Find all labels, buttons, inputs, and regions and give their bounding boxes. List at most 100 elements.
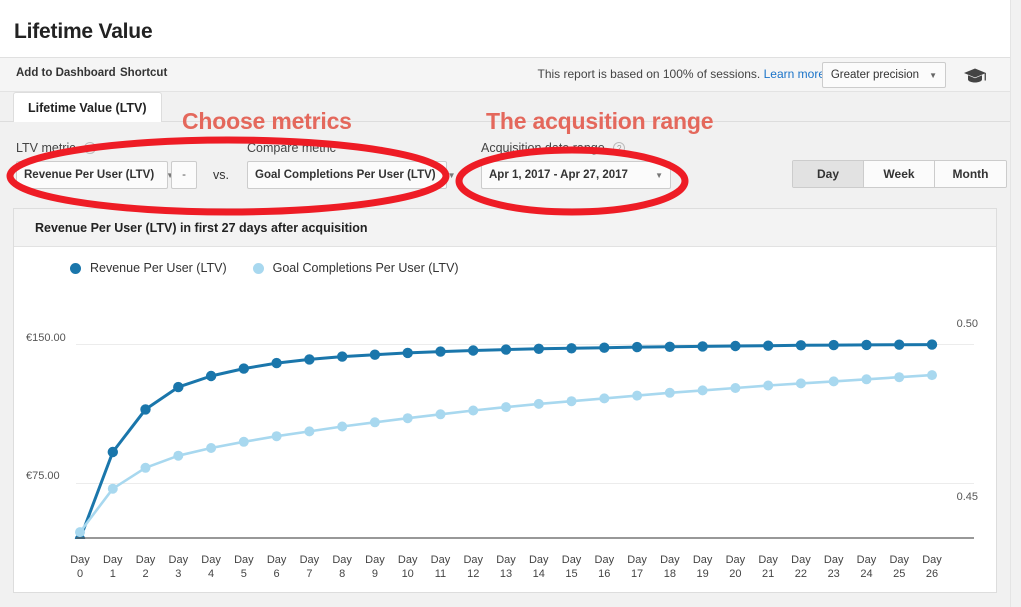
data-point <box>566 396 577 407</box>
data-point <box>861 339 872 351</box>
x-axis-tick: Day 17 <box>627 554 647 580</box>
legend-color-swatch <box>252 262 264 274</box>
data-point <box>763 340 774 351</box>
x-axis-tick: Day 2 <box>135 554 156 580</box>
data-point <box>369 349 381 360</box>
legend-item-revenue-per-user[interactable]: Revenue Per User (LTV) <box>70 261 227 275</box>
left-axis-tick-upper: €150.00 <box>26 331 66 344</box>
acquisition-date-range-label-text: Acquisition date range <box>481 141 605 155</box>
x-axis-tick: Day 6 <box>266 554 287 580</box>
data-point <box>337 421 348 432</box>
data-point <box>861 374 872 385</box>
data-point <box>238 436 249 447</box>
x-axis-tick: Day 18 <box>660 554 680 580</box>
x-axis-tick: Day 4 <box>201 554 221 580</box>
x-axis-tick: Day 11 <box>430 554 451 580</box>
sampling-note: This report is based on 100% of sessions… <box>537 67 825 81</box>
data-point <box>664 387 675 398</box>
data-point <box>566 343 577 354</box>
data-point <box>599 342 610 353</box>
x-axis-tick: Day 10 <box>397 554 418 580</box>
x-axis-tick: Day 23 <box>823 554 844 580</box>
compare-metric-value: Goal Completions Per User (LTV) <box>255 169 436 181</box>
right-gutter <box>1010 0 1021 607</box>
help-icon[interactable]: ? <box>613 142 626 154</box>
annotation-choose-metrics: Choose metrics <box>182 108 352 134</box>
legend-item-goal-completions-per-user[interactable]: Goal Completions Per User (LTV) <box>252 261 459 275</box>
data-point <box>828 376 839 387</box>
help-icon[interactable]: ? <box>83 142 96 154</box>
data-point <box>664 341 675 352</box>
graduation-cap-icon[interactable] <box>962 66 988 86</box>
data-point <box>927 370 937 381</box>
x-axis-tick: Day 19 <box>692 554 713 580</box>
left-axis-tick-lower: €75.00 <box>26 470 60 483</box>
chart-legend: Revenue Per User (LTV) Goal Completions … <box>70 261 459 275</box>
granularity-month-button[interactable]: Month <box>935 161 1006 187</box>
right-axis-tick-lower: 0.45 <box>956 491 978 504</box>
x-axis-tick: Day 8 <box>332 554 352 580</box>
granularity-week-button[interactable]: Week <box>864 161 935 187</box>
data-point <box>697 385 708 396</box>
data-point <box>435 409 446 420</box>
add-to-dashboard-button[interactable]: Add to Dashboard <box>16 67 116 79</box>
data-point <box>304 354 315 365</box>
compare-metric-dropdown[interactable]: Goal Completions Per User (LTV) ▼ <box>247 161 456 189</box>
data-point <box>795 340 807 351</box>
data-point <box>697 341 708 352</box>
chevron-down-icon: ▼ <box>447 170 456 180</box>
vs-label: vs. <box>213 168 229 182</box>
acquisition-date-range-label: Acquisition date range ? <box>481 141 626 155</box>
series-line <box>78 373 934 534</box>
data-point <box>107 446 119 458</box>
learn-more-link[interactable]: Learn more <box>764 67 825 81</box>
data-point <box>271 431 282 442</box>
chart-plot-area: €150.00 €75.00 0.50 0.45 <box>14 289 998 545</box>
ltv-metric-label-text: LTV metric <box>16 141 76 155</box>
acquisition-date-range-value: Apr 1, 2017 - Apr 27, 2017 <box>489 169 628 181</box>
data-point <box>173 450 184 461</box>
data-point <box>304 426 315 437</box>
data-point <box>533 398 544 409</box>
data-point <box>271 357 282 369</box>
x-axis-tick: Day 21 <box>758 554 778 580</box>
precision-dropdown[interactable]: Greater precision ▼ <box>821 62 946 88</box>
chevron-down-icon: ▼ <box>655 170 663 180</box>
data-point <box>632 390 643 401</box>
data-point <box>894 372 905 383</box>
data-point <box>75 527 85 538</box>
x-axis-tick: Day 7 <box>299 554 320 580</box>
data-point <box>894 339 905 350</box>
x-axis-tick: Day 12 <box>463 554 483 580</box>
annotation-acquisition-range: The acqusition range <box>486 108 714 134</box>
chart-panel: Revenue Per User (LTV) in first 27 days … <box>13 208 997 593</box>
action-bar: Add to Dashboard Shortcut This report is… <box>0 58 1010 92</box>
data-point <box>795 378 806 389</box>
data-point <box>730 340 741 352</box>
data-point <box>140 404 151 415</box>
granularity-day-button[interactable]: Day <box>793 161 864 187</box>
tab-lifetime-value[interactable]: Lifetime Value (LTV) <box>13 92 162 122</box>
ltv-metric-secondary-dropdown[interactable]: - <box>171 161 197 189</box>
x-axis-tick: Day 5 <box>234 554 254 580</box>
shortcut-button[interactable]: Shortcut <box>120 67 167 79</box>
x-axis-tick: Day 16 <box>594 554 615 580</box>
google-analytics-ltv-report: Lifetime Value Add to Dashboard Shortcut… <box>0 0 1021 607</box>
precision-value: Greater precision <box>830 69 920 81</box>
sampling-text: This report is based on 100% of sessions… <box>537 67 761 81</box>
data-point <box>205 370 217 382</box>
data-point <box>107 483 118 494</box>
data-point <box>500 344 512 355</box>
x-axis-tick: Day 9 <box>365 554 385 580</box>
x-axis-tick: Day 26 <box>922 554 942 580</box>
data-point <box>206 443 217 453</box>
report-header: Lifetime Value <box>0 0 1010 58</box>
ltv-metric-dropdown[interactable]: Revenue Per User (LTV) ▼ <box>16 161 174 189</box>
acquisition-date-range-picker[interactable]: Apr 1, 2017 - Apr 27, 2017 ▼ <box>481 161 671 189</box>
chevron-down-icon: ▼ <box>929 70 937 80</box>
data-point <box>828 339 839 351</box>
legend-color-swatch <box>70 262 81 274</box>
x-axis-tick: Day 22 <box>791 554 811 580</box>
data-point <box>730 383 741 393</box>
x-axis-tick: Day 15 <box>561 554 582 580</box>
